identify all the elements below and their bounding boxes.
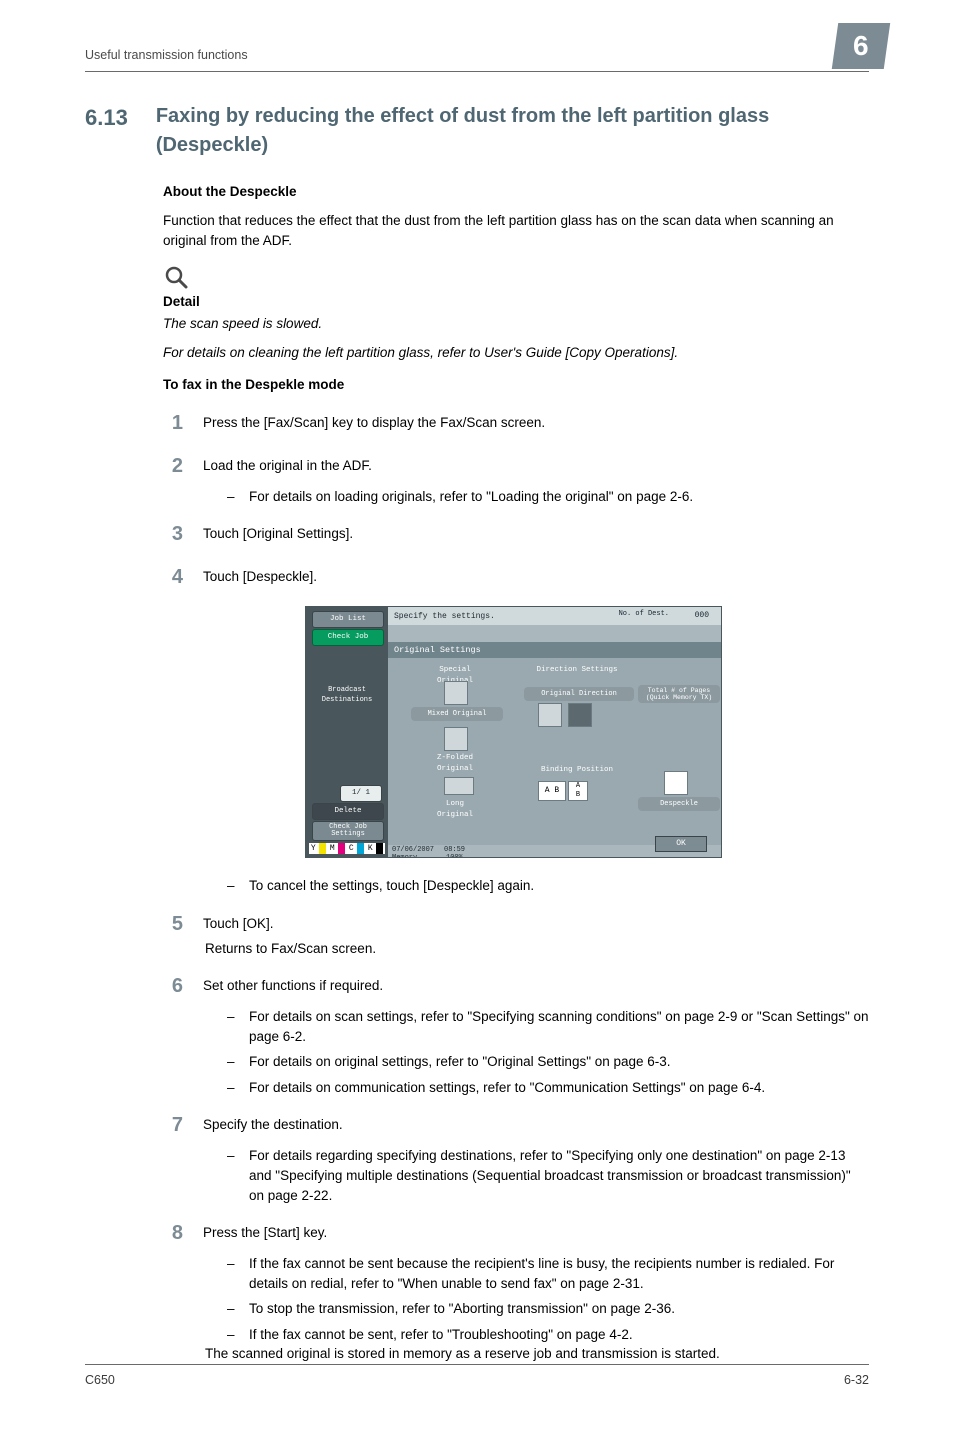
ss-toner-indicator: Y M C K	[309, 843, 385, 854]
step-number: 7	[163, 1111, 183, 1140]
ss-delete-button[interactable]: Delete	[312, 803, 384, 820]
ss-orientation-icon	[568, 703, 592, 727]
running-title: Useful transmission functions	[85, 48, 248, 62]
step-8: 8 Press the [Start] key.	[163, 1219, 869, 1248]
ss-binding-ab-vert-icon: AB	[568, 781, 588, 801]
detail-line1: The scan speed is slowed.	[163, 316, 322, 331]
ss-paper-icon	[444, 681, 468, 705]
ss-envelope-icon	[444, 777, 474, 795]
ss-total-pages-button[interactable]: Total # of Pages (Quick Memory TX)	[638, 685, 720, 703]
sub-heading-about: About the Despeckle	[163, 182, 869, 202]
ss-memory-label: Memory	[392, 853, 417, 858]
sub-heading-procedure: To fax in the Despekle mode	[163, 375, 869, 395]
fax-panel-screenshot: Job List Check Job Broadcast Destination…	[305, 606, 722, 858]
step-text: Load the original in the ADF.	[203, 456, 869, 476]
ss-long-original-label: Long Original	[420, 799, 490, 821]
step-8-sub2: –To stop the transmission, refer to "Abo…	[227, 1299, 869, 1319]
step-number: 2	[163, 452, 183, 481]
step-5: 5 Touch [OK].	[163, 910, 869, 939]
step-8-sub1: –If the fax cannot be sent because the r…	[227, 1254, 869, 1293]
step-7: 7 Specify the destination.	[163, 1111, 869, 1140]
step-number: 1	[163, 409, 183, 438]
step-number: 3	[163, 520, 183, 549]
ss-mixed-original-button[interactable]: Mixed Original	[411, 707, 503, 721]
ss-binding-position-label: Binding Position	[522, 765, 632, 776]
ss-page-indicator: 1/ 1	[340, 785, 382, 802]
step-2-sub1: –For details on loading originals, refer…	[227, 487, 869, 507]
detail-label: Detail	[163, 292, 869, 312]
ss-direction-settings-label: Direction Settings	[522, 665, 632, 676]
step-1: 1 Press the [Fax/Scan] key to display th…	[163, 409, 869, 438]
ss-ok-button[interactable]: OK	[655, 836, 707, 852]
step-7-sub1: –For details regarding specifying destin…	[227, 1146, 869, 1205]
ss-despeckle-button[interactable]: Despeckle	[638, 797, 720, 811]
ss-binding-ab-icon: A B	[538, 781, 566, 801]
step-number: 5	[163, 910, 183, 939]
ss-check-job-settings-button[interactable]: Check Job Settings	[312, 821, 384, 841]
footer-left: C650	[85, 1371, 115, 1389]
step-2: 2 Load the original in the ADF.	[163, 452, 869, 481]
step-5-after: Returns to Fax/Scan screen.	[205, 939, 869, 959]
step-3: 3 Touch [Original Settings].	[163, 520, 869, 549]
ss-orientation-icon	[538, 703, 562, 727]
step-4: 4 Touch [Despeckle].	[163, 563, 869, 592]
detail-note: Detail The scan speed is slowed. For det…	[163, 264, 869, 363]
step-text: Set other functions if required.	[203, 976, 869, 996]
detail-line2: For details on cleaning the left partiti…	[163, 345, 678, 360]
step-6-sub2: –For details on original settings, refer…	[227, 1052, 869, 1072]
step-6: 6 Set other functions if required.	[163, 972, 869, 1001]
ss-broadcast-label: Broadcast Destinations	[310, 685, 384, 705]
ss-section-bar: Original Settings	[388, 642, 721, 658]
section-title-block: 6.13 Faxing by reducing the effect of du…	[85, 102, 869, 160]
magnifier-icon	[163, 264, 191, 292]
page-footer: C650 6-32	[85, 1364, 869, 1389]
ss-zfolded-label: Z-Folded Original	[420, 753, 490, 775]
step-text: Touch [Despeckle].	[203, 567, 869, 587]
ss-paper-icon	[444, 727, 468, 751]
step-4-sub1: –To cancel the settings, touch [Despeckl…	[227, 876, 869, 896]
section-heading: Faxing by reducing the effect of dust fr…	[156, 102, 869, 160]
ss-no-of-dest-value: 000	[695, 610, 709, 622]
step-text: Touch [Original Settings].	[203, 524, 869, 544]
ss-job-list-button[interactable]: Job List	[312, 611, 384, 628]
section-number: 6.13	[85, 102, 128, 134]
step-8-sub3: –If the fax cannot be sent, refer to "Tr…	[227, 1325, 869, 1345]
step-text: Touch [OK].	[203, 914, 869, 934]
step-6-sub3: –For details on communication settings, …	[227, 1078, 869, 1098]
about-paragraph: Function that reduces the effect that th…	[163, 211, 869, 250]
running-header: Useful transmission functions 6	[85, 45, 869, 72]
step-8-after: The scanned original is stored in memory…	[205, 1344, 869, 1364]
step-number: 6	[163, 972, 183, 1001]
step-number: 8	[163, 1219, 183, 1248]
chapter-number-badge: 6	[832, 23, 890, 69]
step-6-sub1: –For details on scan settings, refer to …	[227, 1007, 869, 1046]
step-text: Press the [Start] key.	[203, 1223, 869, 1243]
ss-specify-text: Specify the settings.	[394, 611, 495, 623]
ss-original-direction-button[interactable]: Original Direction	[524, 687, 634, 701]
ss-despeckle-icon	[664, 771, 688, 795]
ss-memory-pct: 100%	[446, 853, 463, 858]
footer-right: 6-32	[844, 1371, 869, 1389]
step-text: Press the [Fax/Scan] key to display the …	[203, 413, 869, 433]
ss-no-of-dest-label: No. of Dest.	[619, 609, 669, 619]
ss-check-job-button[interactable]: Check Job	[312, 629, 384, 646]
step-number: 4	[163, 563, 183, 592]
step-text: Specify the destination.	[203, 1115, 869, 1135]
